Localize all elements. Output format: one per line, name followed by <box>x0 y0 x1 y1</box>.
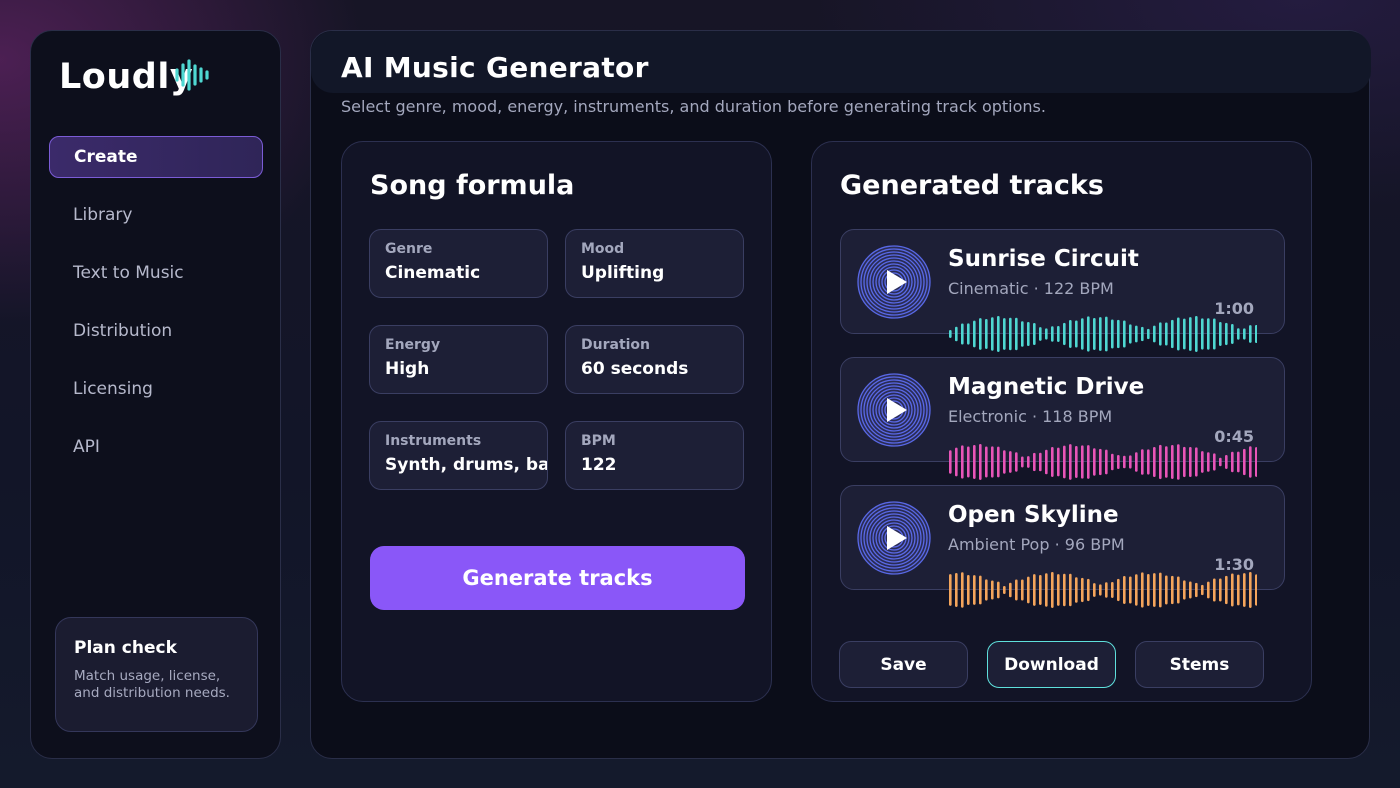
track-card[interactable]: Magnetic Drive Electronic · 118 BPM 0:45 <box>840 357 1285 480</box>
sidebar-item-library[interactable]: Library <box>49 194 263 236</box>
field-label: Duration <box>581 337 651 353</box>
instruments-field[interactable]: Instruments Synth, drums, bass <box>369 421 548 490</box>
sidebar-item-text-to-music[interactable]: Text to Music <box>49 252 263 294</box>
play-icon[interactable] <box>857 245 931 319</box>
sidebar-item-label: API <box>73 437 100 457</box>
energy-field[interactable]: Energy High <box>369 325 548 394</box>
waveform-icon <box>949 572 1257 608</box>
mood-field[interactable]: Mood Uplifting <box>565 229 744 298</box>
plan-check-card[interactable]: Plan check Match usage, license, and dis… <box>55 617 258 732</box>
sidebar-item-label: Distribution <box>73 321 173 341</box>
sound-wave-icon <box>175 59 209 91</box>
generated-tracks-panel: Generated tracks Sunrise Circuit Cinemat… <box>811 141 1312 702</box>
song-formula-panel: Song formula Genre Cinematic Mood Uplift… <box>341 141 772 702</box>
main-content: AI Music Generator Select genre, mood, e… <box>310 30 1371 759</box>
field-value: 122 <box>581 455 617 475</box>
track-title: Open Skyline <box>948 502 1119 528</box>
track-card[interactable]: Sunrise Circuit Cinematic · 122 BPM 1:00 <box>840 229 1285 352</box>
sidebar-item-label: Text to Music <box>73 263 184 283</box>
sidebar: Loudly Create Library Text to Music Dist… <box>30 30 281 759</box>
field-value: High <box>385 359 430 379</box>
duration-field[interactable]: Duration 60 seconds <box>565 325 744 394</box>
plan-check-description: Match usage, license, and distribution n… <box>74 668 230 701</box>
sidebar-item-api[interactable]: API <box>49 426 263 468</box>
track-card[interactable]: Open Skyline Ambient Pop · 96 BPM 1:30 <box>840 485 1285 608</box>
field-label: Mood <box>581 241 625 257</box>
sidebar-item-label: Licensing <box>73 379 153 399</box>
track-title: Magnetic Drive <box>948 374 1145 400</box>
track-meta: Ambient Pop · 96 BPM <box>948 535 1125 554</box>
page-subtitle: Select genre, mood, energy, instruments,… <box>341 97 1046 116</box>
field-label: Energy <box>385 337 441 353</box>
waveform-icon <box>949 444 1257 480</box>
sidebar-item-licensing[interactable]: Licensing <box>49 368 263 410</box>
field-label: BPM <box>581 433 616 449</box>
song-formula-title: Song formula <box>370 170 575 201</box>
sidebar-item-create[interactable]: Create <box>49 136 263 178</box>
track-meta: Cinematic · 122 BPM <box>948 279 1114 298</box>
bpm-field[interactable]: BPM 122 <box>565 421 744 490</box>
page-title: AI Music Generator <box>341 51 649 84</box>
track-meta: Electronic · 118 BPM <box>948 407 1113 426</box>
generate-tracks-button[interactable]: Generate tracks <box>370 546 745 610</box>
field-value: Uplifting <box>581 263 665 283</box>
sidebar-item-label: Library <box>73 205 133 225</box>
save-button[interactable]: Save <box>839 641 968 688</box>
field-label: Genre <box>385 241 433 257</box>
play-icon[interactable] <box>857 373 931 447</box>
field-value: Synth, drums, bass <box>385 455 548 475</box>
field-value: Cinematic <box>385 263 481 283</box>
header-bar: AI Music Generator <box>311 31 1371 93</box>
sidebar-item-distribution[interactable]: Distribution <box>49 310 263 352</box>
waveform-icon <box>949 316 1257 352</box>
field-label: Instruments <box>385 433 482 449</box>
field-value: 60 seconds <box>581 359 689 379</box>
genre-field[interactable]: Genre Cinematic <box>369 229 548 298</box>
track-title: Sunrise Circuit <box>948 246 1139 272</box>
stems-button[interactable]: Stems <box>1135 641 1264 688</box>
generated-tracks-title: Generated tracks <box>840 170 1104 201</box>
plan-check-title: Plan check <box>74 638 177 658</box>
download-button[interactable]: Download <box>987 641 1116 688</box>
sidebar-item-label: Create <box>74 147 138 167</box>
play-icon[interactable] <box>857 501 931 575</box>
